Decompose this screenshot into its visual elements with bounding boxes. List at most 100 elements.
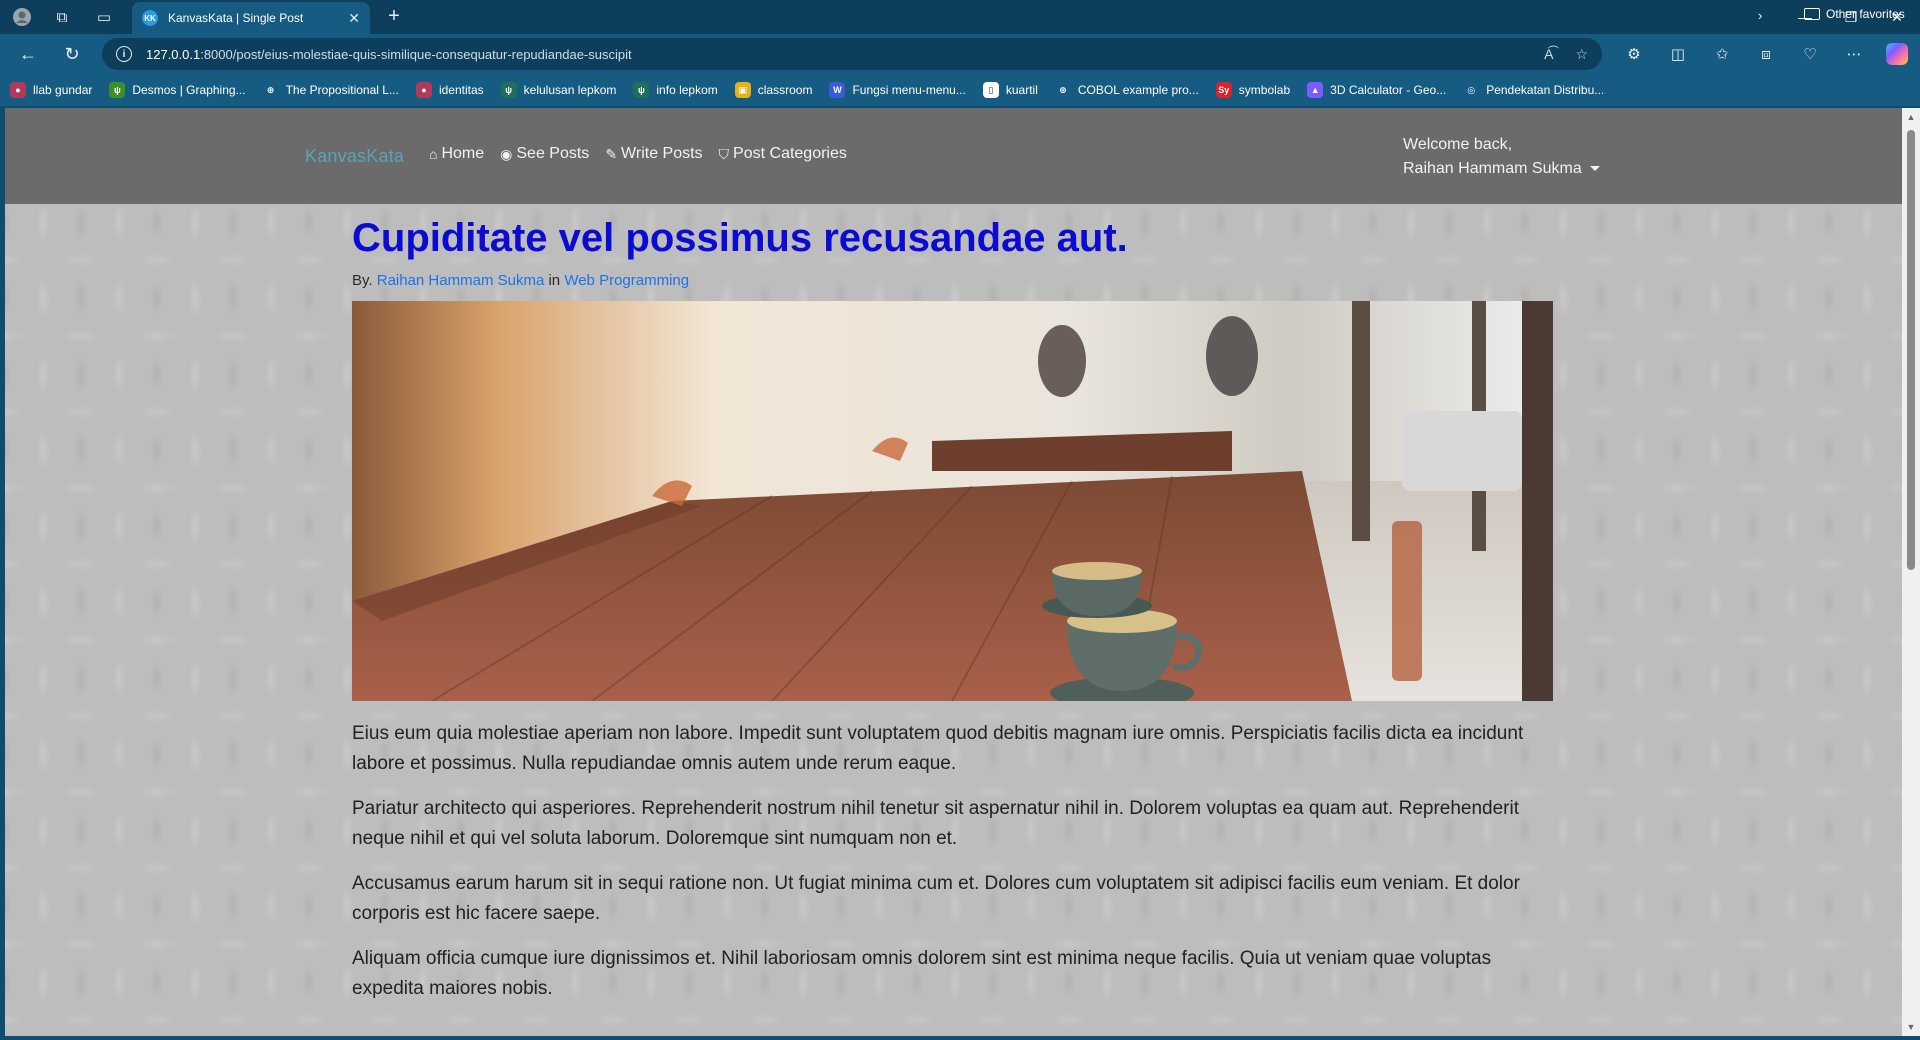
post-image <box>352 301 1553 701</box>
bookmark-label: Pendekatan Distribu... <box>1486 83 1605 97</box>
post-article: Cupiditate vel possimus recusandae aut. … <box>352 204 1553 1019</box>
bookmark-label: Desmos | Graphing... <box>132 83 246 97</box>
post-paragraph: Accusamus earum harum sit in sequi ratio… <box>352 873 1520 924</box>
user-name: Raihan Hammam Sukma <box>1403 160 1582 177</box>
favorite-star-icon[interactable]: ☆ <box>1575 46 1588 63</box>
url-text[interactable]: 127.0.0.1:8000/post/eius-molestiae-quis-… <box>146 47 1522 62</box>
url-host: 127.0.0.1 <box>146 46 201 62</box>
bookmark-favicon-icon: ψ <box>500 82 517 98</box>
nav-write-posts-label: Write Posts <box>621 145 703 162</box>
eye-icon: ◉ <box>500 145 513 162</box>
bookmark-label: COBOL example pro... <box>1077 83 1199 97</box>
bookmark-favicon-icon: ▯ <box>982 82 999 98</box>
extensions-icon[interactable]: ⚙ <box>1612 45 1656 63</box>
bookmark-item[interactable]: ▯ kuartil <box>982 82 1038 98</box>
new-tab-icon[interactable]: + <box>382 4 406 28</box>
scroll-down-icon[interactable]: ▼ <box>1906 1022 1916 1032</box>
bookmark-item[interactable]: ● llab gundar <box>10 82 92 98</box>
bookmark-favicon-icon: Sy <box>1215 82 1232 98</box>
cafe-photo <box>352 301 1553 701</box>
nav-write-posts[interactable]: ✎ Write Posts <box>605 145 702 163</box>
bookmark-item[interactable]: ▣ classroom <box>734 82 813 98</box>
bookmarks-bar: ● llab gundar ψ Desmos | Graphing... ⊕ The Pr… <box>0 74 1920 106</box>
bookmark-item[interactable]: ◎ Pendekatan Distribu... <box>1463 82 1604 98</box>
bookmark-item[interactable]: ⊕ COBOL example pro... <box>1054 82 1199 98</box>
bookmark-item[interactable]: ψ kelulusan lepkom <box>500 82 617 98</box>
scroll-thumb[interactable] <box>1907 130 1915 570</box>
bookmark-item[interactable]: ψ info lepkom <box>633 82 718 98</box>
bookmark-item[interactable]: ⊕ The Propositional L... <box>262 82 399 98</box>
copilot-icon[interactable] <box>1886 43 1908 65</box>
scroll-up-icon[interactable]: ▲ <box>1906 112 1916 122</box>
nav-see-posts-label: See Posts <box>516 145 590 162</box>
url-field[interactable]: i 127.0.0.1:8000/post/eius-molestiae-qui… <box>102 38 1602 70</box>
read-aloud-icon[interactable]: A͡ <box>1544 46 1553 62</box>
bookmark-label: kelulusan lepkom <box>523 83 617 97</box>
tab-active[interactable]: KK KanvasKata | Single Post ✕ <box>132 2 370 34</box>
workspaces-icon[interactable]: ⧉ <box>50 5 74 29</box>
home-icon: ⌂ <box>429 146 438 162</box>
bookmark-item[interactable]: Sy symbolab <box>1215 82 1291 98</box>
url-path: :8000/post/eius-molestiae-quis-similique… <box>200 46 632 62</box>
tab-close-icon[interactable]: ✕ <box>348 10 360 27</box>
bookmark-label: Fungsi menu-menu... <box>852 83 966 97</box>
refresh-icon[interactable]: ↻ <box>52 38 92 70</box>
bookmark-favicon-icon: ⊕ <box>262 82 279 98</box>
bookmark-label: The Propositional L... <box>285 83 399 97</box>
split-screen-icon[interactable]: ◫ <box>1656 45 1700 63</box>
more-menu-icon[interactable]: ⋯ <box>1832 45 1876 63</box>
favorites-icon[interactable]: ✩ <box>1700 45 1744 63</box>
bookmark-favicon-icon: ψ <box>109 82 126 98</box>
browser-essentials-icon[interactable]: ♡ <box>1788 45 1832 63</box>
bookmarks-overflow-icon[interactable]: › <box>1758 8 1762 23</box>
other-favorites-label: Other favorites <box>1826 7 1905 21</box>
tag-icon: ⛉ <box>718 145 730 162</box>
page-viewport: KanvasKata ⌂ Home ◉ See Posts ✎ Write Posts… <box>5 108 1902 1036</box>
user-dropdown[interactable]: Welcome back, Raihan Hammam Sukma <box>1403 133 1600 181</box>
bookmark-favicon-icon: W <box>829 82 846 98</box>
bookmark-favicon-icon: ● <box>10 82 26 98</box>
address-bar-row: ← ↻ i 127.0.0.1:8000/post/eius-molestiae… <box>0 34 1920 74</box>
bookmark-favicon-icon: ψ <box>633 82 650 98</box>
nav-post-categories[interactable]: ⛉ Post Categories <box>719 145 847 163</box>
bookmark-item[interactable]: ψ Desmos | Graphing... <box>109 82 246 98</box>
nav-home-label: Home <box>441 145 485 162</box>
bookmark-favicon-icon: ▲ <box>1307 82 1324 98</box>
browser-toolbar: ⚙ ◫ ✩ ⧈ ♡ ⋯ <box>1612 38 1908 70</box>
page-scrollbar[interactable]: ▲ ▼ <box>1902 108 1920 1036</box>
bookmark-label: classroom <box>757 83 813 97</box>
bookmark-favicon-icon: ▣ <box>734 82 751 98</box>
bookmark-favicon-icon: ◎ <box>1463 82 1480 98</box>
tab-actions-icon[interactable]: ▭ <box>92 5 116 29</box>
tab-title: KanvasKata | Single Post <box>168 11 304 25</box>
nav-post-categories-label: Post Categories <box>733 145 847 162</box>
bookmark-label: symbolab <box>1238 83 1291 97</box>
site-info-icon[interactable]: i <box>116 46 132 62</box>
back-icon[interactable]: ← <box>8 38 48 70</box>
tab-bar: ⧉ ▭ KK KanvasKata | Single Post ✕ + — ❐ … <box>0 0 1920 34</box>
site-brand[interactable]: KanvasKata <box>305 146 404 167</box>
caret-down-icon <box>1589 166 1600 172</box>
post-paragraph: Pariatur architecto qui asperiores. Repr… <box>352 798 1520 849</box>
bookmark-item[interactable]: ▲ 3D Calculator - Geo... <box>1307 82 1446 98</box>
nav-home[interactable]: ⌂ Home <box>429 145 484 163</box>
post-paragraph: Eius eum quia molestiae aperiam non labo… <box>352 723 1524 774</box>
welcome-text: Welcome back, <box>1403 136 1513 153</box>
other-favorites[interactable]: Other favorites <box>1804 7 1905 21</box>
profile-icon[interactable] <box>10 5 34 29</box>
author-link[interactable]: Raihan Hammam Sukma <box>377 272 545 289</box>
bookmark-label: llab gundar <box>33 83 93 97</box>
bookmark-favicon-icon: ⊕ <box>1054 82 1071 98</box>
folder-icon <box>1804 8 1820 20</box>
nav-see-posts[interactable]: ◉ See Posts <box>500 145 589 163</box>
post-title: Cupiditate vel possimus recusandae aut. <box>352 216 1128 260</box>
bookmark-item[interactable]: W Fungsi menu-menu... <box>829 82 966 98</box>
collections-icon[interactable]: ⧈ <box>1744 46 1788 63</box>
category-link[interactable]: Web Programming <box>564 272 689 289</box>
post-meta: By. Raihan Hammam Sukma in Web Programmi… <box>352 272 1553 289</box>
bookmark-label: 3D Calculator - Geo... <box>1330 83 1447 97</box>
post-paragraph: Aliquam officia cumque iure dignissimos … <box>352 948 1492 999</box>
in-word: in <box>548 272 561 289</box>
site-nav-links: ⌂ Home ◉ See Posts ✎ Write Posts ⛉ Post Cate… <box>429 145 863 163</box>
bookmark-item[interactable]: ● identitas <box>415 82 484 98</box>
